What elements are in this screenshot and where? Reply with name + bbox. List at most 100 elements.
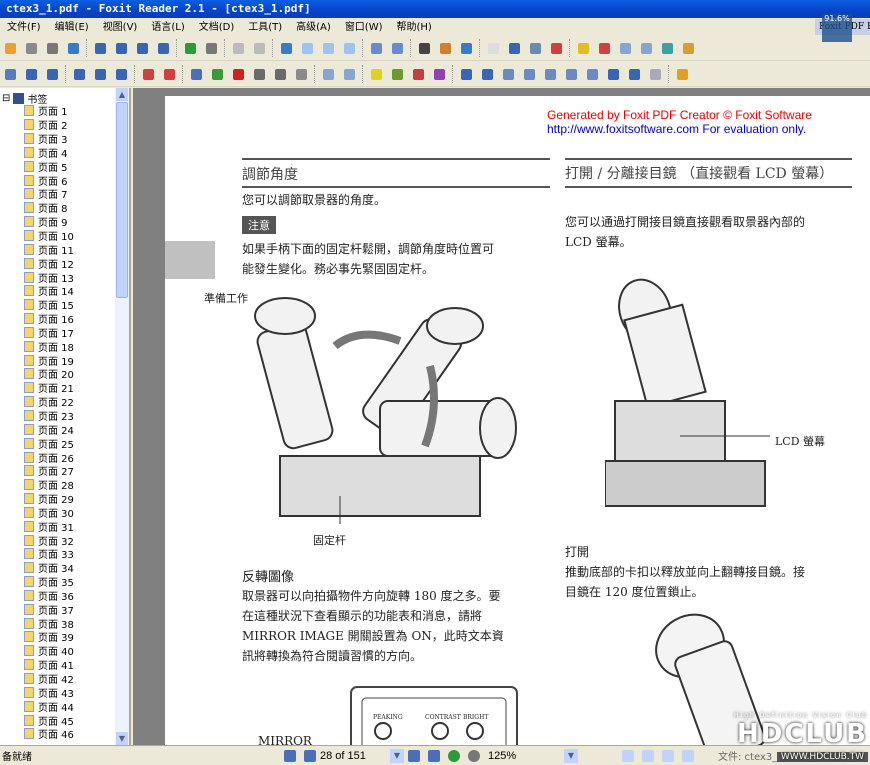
radio-field-icon[interactable] [209,66,226,83]
polyline-measure-icon[interactable] [92,66,109,83]
area-measure-icon[interactable] [113,66,130,83]
text-select-icon[interactable] [506,40,523,57]
file-attach-icon[interactable] [320,66,337,83]
last-page-icon[interactable] [428,749,440,762]
select-arrow-icon[interactable] [575,40,592,57]
bookmark-item[interactable]: 页面 41 [24,658,74,672]
menu-item[interactable]: 帮助(H) [390,19,439,37]
bookmark-item[interactable]: 页面 18 [24,339,74,354]
draw-arrow-icon[interactable] [458,66,475,83]
rotate-cw-icon[interactable] [230,40,247,57]
eraser-icon[interactable] [647,66,664,83]
menu-item[interactable]: 高级(A) [289,19,338,37]
bookmark-item[interactable]: 页面 5 [24,159,74,174]
bookmark-item[interactable]: 页面 11 [24,242,74,257]
bookmark-item[interactable]: 页面 25 [24,436,74,451]
magnifier-icon[interactable] [680,40,697,57]
go-back-icon[interactable] [182,40,199,57]
draw-line-icon[interactable] [479,66,496,83]
bookmark-item[interactable]: 页面 28 [24,478,74,492]
zoom-in-tool-icon[interactable] [278,40,295,57]
bookmark-item[interactable]: 页面 35 [24,575,74,589]
first-page-icon[interactable] [92,40,109,57]
distance-icon[interactable] [44,66,61,83]
underline-icon[interactable] [389,66,406,83]
combo-field-icon[interactable] [251,66,268,83]
link-remove-icon[interactable] [161,66,178,83]
bookmark-item[interactable]: 页面 44 [24,699,74,714]
highlight-icon[interactable] [368,66,385,83]
bookmark-item[interactable]: 页面 19 [24,353,74,368]
snapshot-icon[interactable] [527,40,544,57]
next-page-icon[interactable] [134,40,151,57]
first-page-icon[interactable] [284,749,296,762]
bookmark-item[interactable]: 页面 36 [24,589,74,603]
bookmark-item[interactable]: 页面 6 [24,173,74,188]
facing-view-icon[interactable] [662,749,674,762]
pencil-icon[interactable] [626,66,643,83]
go-forward-icon[interactable] [203,40,220,57]
bookmark-item[interactable]: 页面 22 [24,395,74,409]
bookmark-item[interactable]: 页面 23 [24,409,74,423]
menu-item[interactable]: 视图(V) [96,19,145,37]
find-icon[interactable] [416,40,433,57]
bookmark-item[interactable]: 页面 7 [24,187,74,201]
polygon-icon[interactable] [2,66,19,83]
bookmarks-panel-icon[interactable] [437,40,454,57]
bookmark-item[interactable]: 页面 37 [24,602,74,617]
bookmark-item[interactable]: 页面 14 [24,284,74,298]
bookmark-item[interactable]: 页面 27 [24,464,74,478]
go-back-icon[interactable] [448,749,460,762]
print-icon[interactable] [44,40,61,57]
draw-polygon-icon[interactable] [584,66,601,83]
scroll-thumb[interactable] [116,102,128,298]
scroll-down-icon[interactable]: ▼ [116,732,128,745]
bookmark-item[interactable]: 页面 45 [24,713,74,728]
bookmark-item[interactable]: 页面 3 [24,132,74,146]
page-dropdown-icon[interactable]: ▼ [390,748,404,763]
bookmark-item[interactable]: 页面 20 [24,367,74,381]
zoom-out-icon[interactable] [368,40,385,57]
sidebar-scrollbar[interactable]: ▲ ▼ [115,88,129,745]
bookmark-item[interactable]: 页面 17 [24,326,74,340]
menu-item[interactable]: 工具(T) [241,19,289,37]
squiggly-icon[interactable] [431,66,448,83]
arrow-tool-icon[interactable] [23,66,40,83]
attach-remove-icon[interactable] [341,66,358,83]
perimeter-icon[interactable] [71,66,88,83]
menu-item[interactable]: 文件(F) [0,19,48,37]
bookmark-item[interactable]: 页面 24 [24,422,74,437]
document-view[interactable]: Generated by Foxit PDF Creator © Foxit S… [133,88,870,745]
bookmark-item[interactable]: 页面 32 [24,533,74,548]
continuous-icon[interactable] [320,40,337,57]
button-field-icon[interactable] [188,66,205,83]
go-forward-icon[interactable] [468,749,480,762]
page-number-input[interactable]: 28 of 151 [320,750,390,762]
bookmark-item[interactable]: 页面 46 [24,727,74,741]
bookmark-item[interactable]: 页面 10 [24,229,74,243]
menu-item[interactable]: 语言(L) [144,19,191,37]
single-page-icon[interactable] [299,40,316,57]
bookmark-item[interactable]: 页面 12 [24,256,74,271]
menu-item[interactable]: 文档(D) [192,19,242,37]
prev-page-icon[interactable] [113,40,130,57]
image-tool-icon[interactable] [659,40,676,57]
bookmark-item[interactable]: 页面 31 [24,519,74,534]
draw-rectangle-icon[interactable] [521,66,538,83]
last-page-icon[interactable] [155,40,172,57]
bookmark-item[interactable]: 页面 38 [24,616,74,631]
bookmark-item[interactable]: 页面 1 [24,104,74,118]
text-field-icon[interactable] [293,66,310,83]
full-screen-icon[interactable] [458,40,475,57]
typewriter-icon[interactable] [548,40,565,57]
bookmark-item[interactable]: 页面 21 [24,381,74,395]
bookmark-item[interactable]: 页面 30 [24,505,74,520]
rectangle-tool-icon[interactable] [617,40,634,57]
help-icon[interactable] [674,66,691,83]
list-field-icon[interactable] [272,66,289,83]
cover-view-icon[interactable] [682,749,694,762]
zoom-dropdown-icon[interactable]: ▼ [564,748,578,763]
bookmark-item[interactable]: 页面 9 [24,215,74,229]
single-page-view-icon[interactable] [622,749,634,762]
checkbox-field-icon[interactable] [230,66,247,83]
